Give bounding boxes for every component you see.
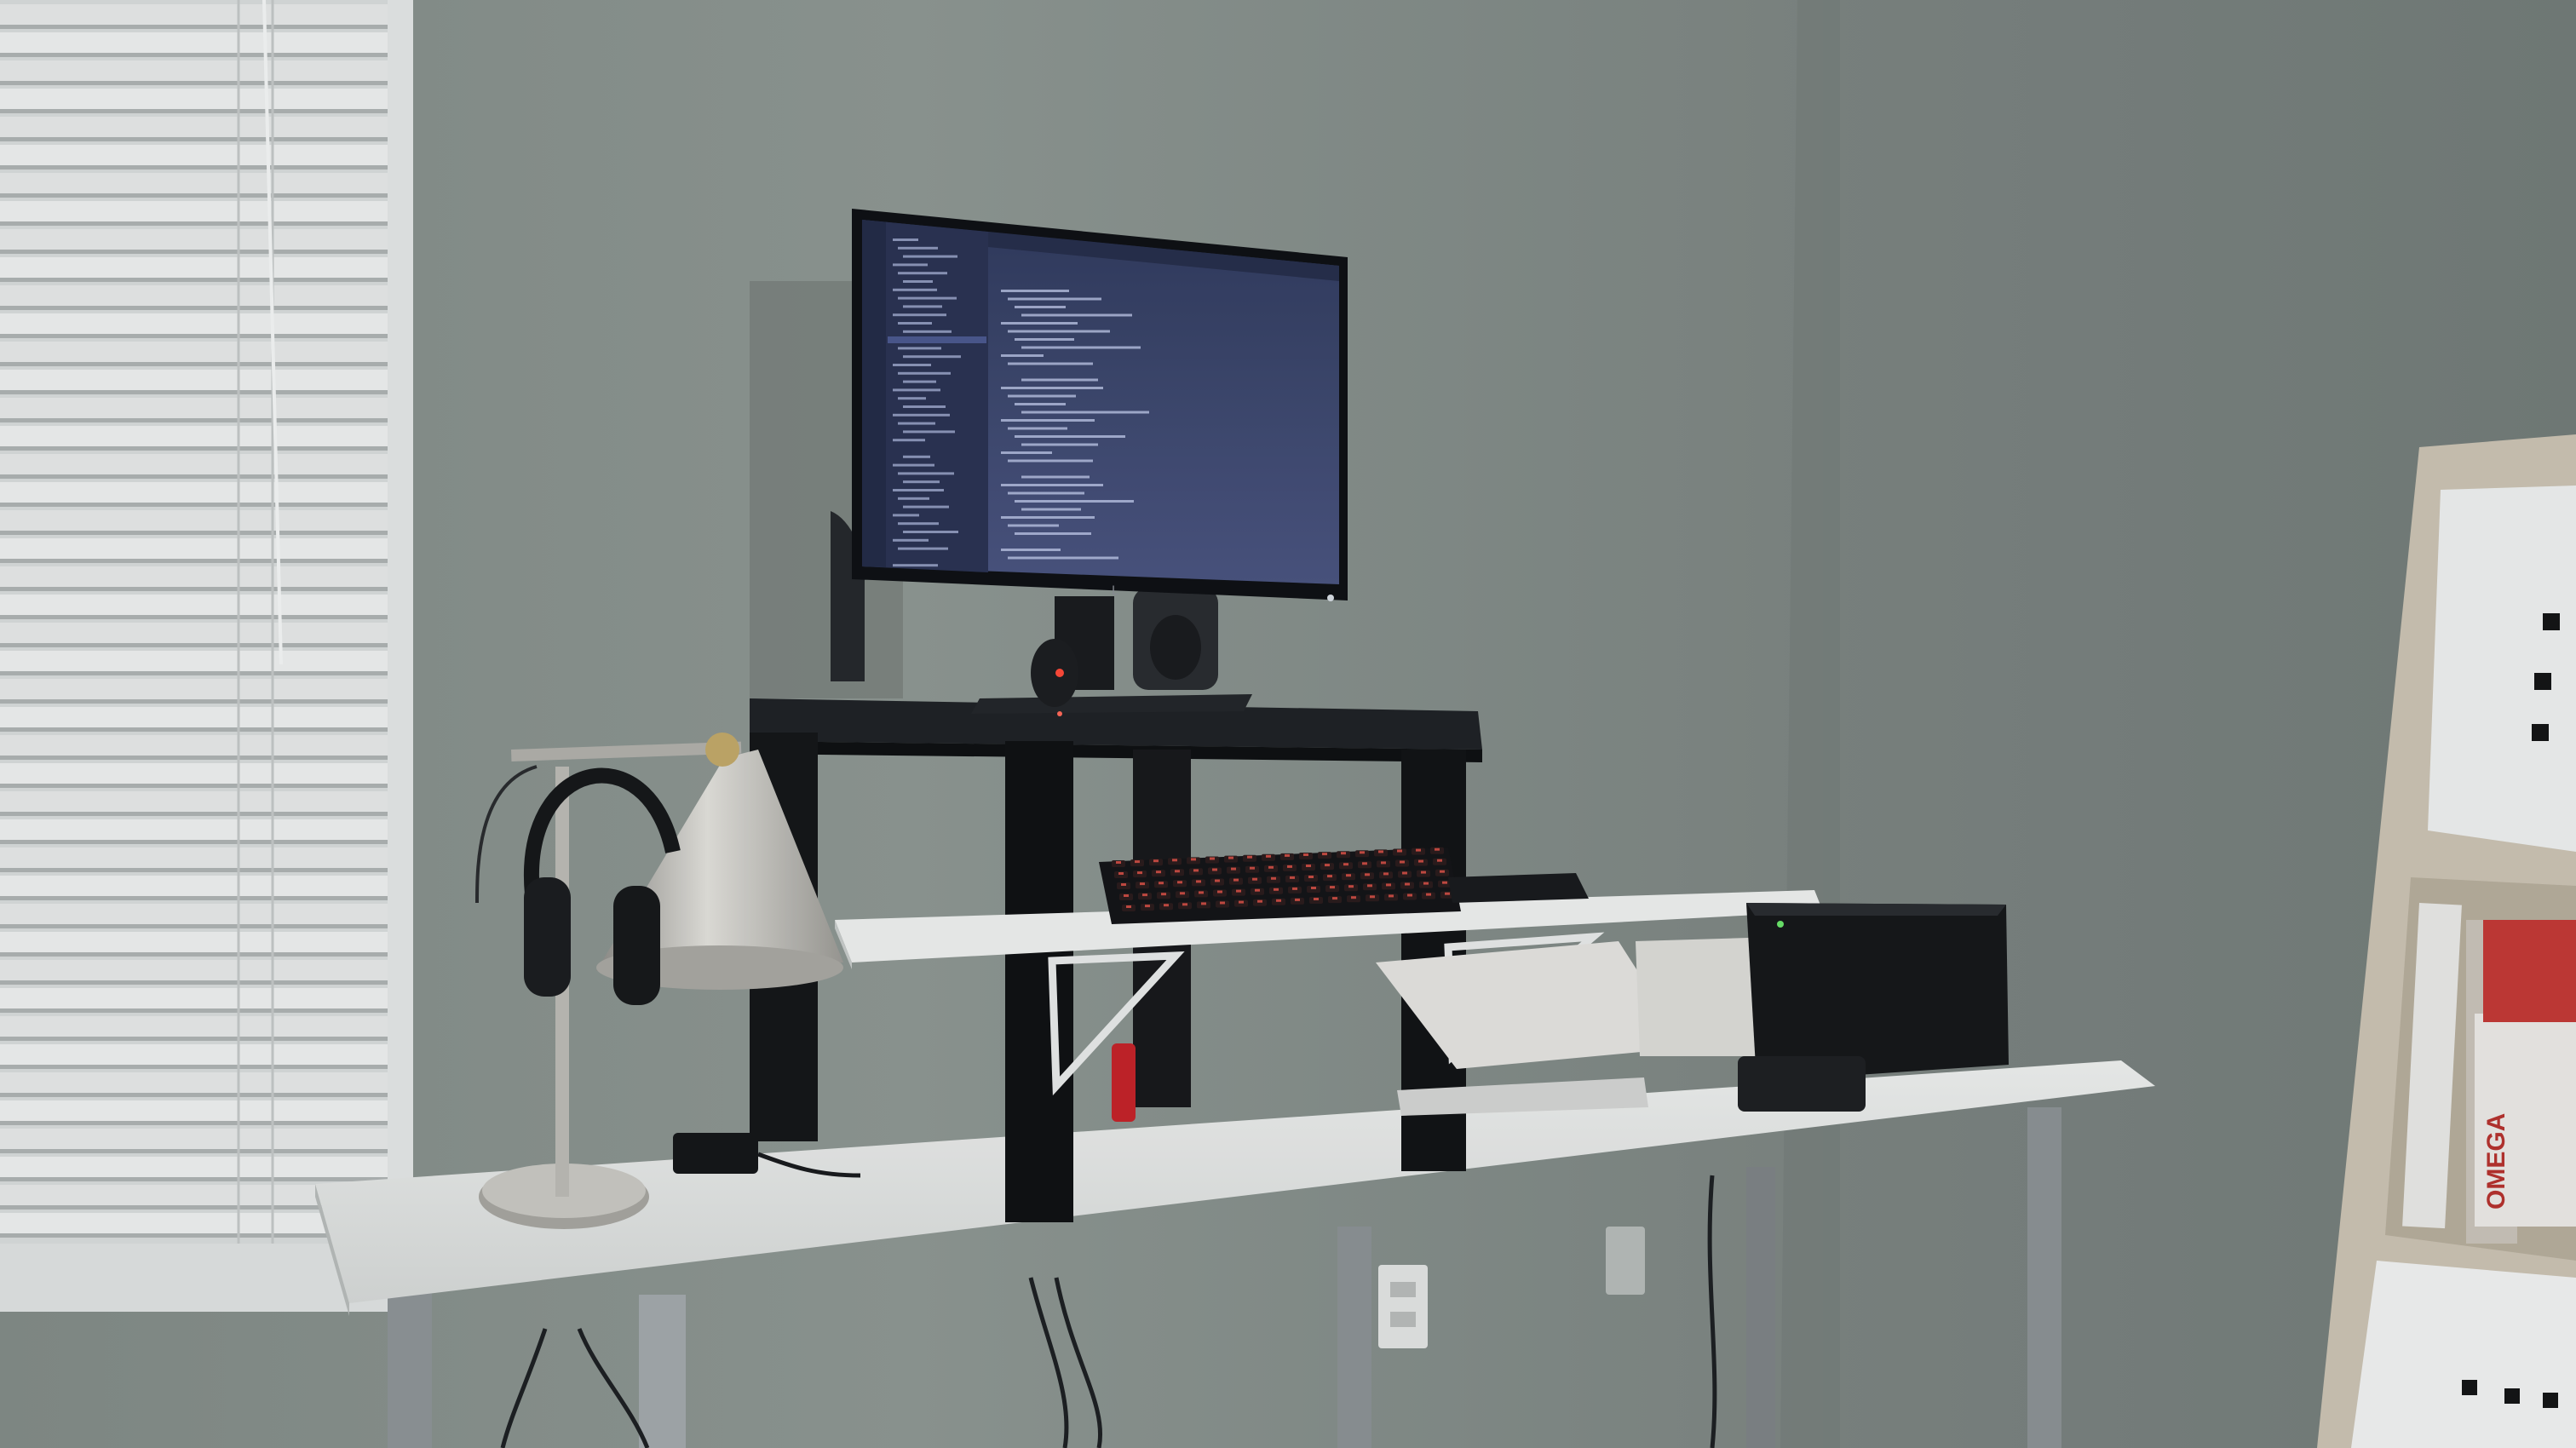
vignette — [0, 0, 2576, 1448]
room-photo: L OMEGA — [0, 0, 2576, 1448]
